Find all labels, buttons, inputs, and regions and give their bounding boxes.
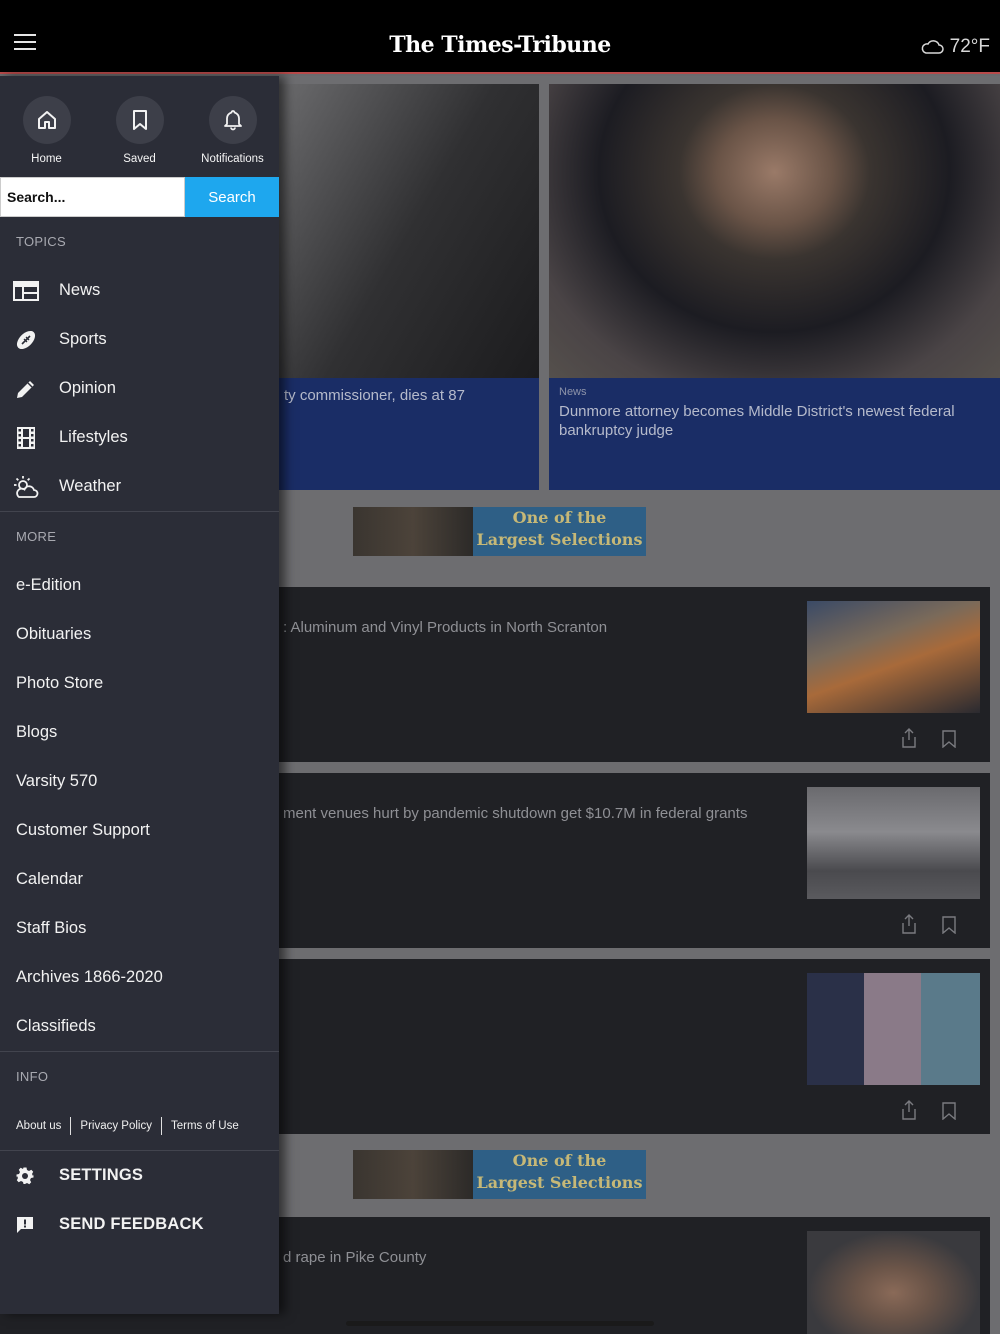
menu-item-calendar[interactable]: Calendar [0,855,279,904]
bookmark-icon[interactable] [942,730,956,748]
home-icon [37,111,56,129]
settings-item[interactable]: SETTINGS [0,1151,279,1200]
quick-home-label: Home [31,153,62,165]
hero-title: ty commissioner, dies at 87 [284,387,465,404]
menu-item-e-edition[interactable]: e-Edition [0,561,279,610]
hero-section: News [559,386,587,398]
settings-label: SETTINGS [59,1166,144,1184]
bookmark-icon[interactable] [942,1102,956,1120]
newspaper-icon [12,277,40,305]
story-title: d rape in Pike County [283,1249,427,1266]
terms-link[interactable]: Terms of Use [171,1120,239,1132]
weather-temp: 72°F [949,36,990,57]
topic-label: Lifestyles [59,428,128,446]
quick-saved[interactable]: Saved [93,76,186,177]
privacy-link[interactable]: Privacy Policy [80,1120,152,1132]
menu-item-photo-store[interactable]: Photo Store [0,659,279,708]
story-thumbnail [807,973,980,1085]
story-title: : Aluminum and Vinyl Products in North S… [283,619,608,636]
topic-news[interactable]: News [0,266,279,315]
feedback-icon [16,1216,34,1234]
topic-lifestyles[interactable]: Lifestyles [0,413,279,462]
story-thumbnail [807,1231,980,1334]
ad-text: One of the [512,1151,607,1170]
bell-icon [223,110,242,131]
masthead-logo[interactable]: The Times-Tribune [0,32,1000,58]
search-input[interactable] [0,177,185,217]
more-heading: MORE [16,529,57,544]
topic-sports[interactable]: Sports [0,315,279,364]
menu-item-customer-support[interactable]: Customer Support [0,806,279,855]
share-icon[interactable] [900,914,918,934]
story-title: ment venues hurt by pandemic shutdown ge… [283,805,748,822]
topic-label: News [59,281,101,299]
menu-item-staff-bios[interactable]: Staff Bios [0,904,279,953]
story-thumbnail [807,601,980,713]
ad-banner[interactable]: One of the Largest Selections [353,507,646,556]
quick-saved-label: Saved [123,153,156,165]
separator [70,1116,72,1135]
quick-home[interactable]: Home [0,76,93,177]
share-icon[interactable] [900,1100,918,1120]
football-icon [12,326,40,354]
quick-notifications[interactable]: Notifications [186,76,279,177]
bookmark-icon[interactable] [942,916,956,934]
bookmark-icon [132,110,147,130]
menu-item-obituaries[interactable]: Obituaries [0,610,279,659]
topic-weather[interactable]: Weather [0,462,279,511]
hero-title: Dunmore attorney becomes Middle District… [559,403,955,439]
quick-actions: Home Saved Notifications [0,76,279,177]
film-icon [12,424,40,452]
search-bar: Search [0,177,279,217]
menu-item-archives[interactable]: Archives 1866-2020 [0,953,279,1002]
home-indicator[interactable] [346,1321,654,1326]
ad-text: Largest Selections [476,1173,643,1192]
sun-cloud-icon [12,473,40,501]
separator [160,1116,162,1135]
navigation-drawer: Home Saved Notifications Search TOPICS N… [0,76,279,1314]
topic-label: Weather [59,477,122,495]
pencil-icon [12,375,40,403]
hero-image [549,84,1000,378]
menu-item-varsity-570[interactable]: Varsity 570 [0,757,279,806]
ad-text: One of the [512,508,607,527]
gear-icon [16,1167,34,1185]
quick-notifications-label: Notifications [201,153,264,165]
menu-item-blogs[interactable]: Blogs [0,708,279,757]
topics-heading: TOPICS [16,234,66,249]
feedback-item[interactable]: SEND FEEDBACK [0,1200,279,1249]
info-heading: INFO [16,1069,49,1084]
hero-card[interactable]: News Dunmore attorney becomes Middle Dis… [549,84,1000,490]
topic-opinion[interactable]: Opinion [0,364,279,413]
search-button[interactable]: Search [185,177,279,217]
cloud-icon [921,40,944,54]
topic-label: Opinion [59,379,116,397]
menu-item-classifieds[interactable]: Classifieds [0,1002,279,1051]
ad-banner[interactable]: One of the Largest Selections [353,1150,646,1199]
weather-widget[interactable]: 72°F [920,36,990,58]
ad-text: Largest Selections [476,530,643,549]
about-link[interactable]: About us [16,1120,61,1132]
story-thumbnail [807,787,980,899]
top-bar: The Times-Tribune 72°F [0,0,1000,74]
info-links: About us Privacy Policy Terms of Use [0,1101,279,1150]
share-icon[interactable] [900,728,918,748]
topic-label: Sports [59,330,107,348]
feedback-label: SEND FEEDBACK [59,1215,204,1233]
